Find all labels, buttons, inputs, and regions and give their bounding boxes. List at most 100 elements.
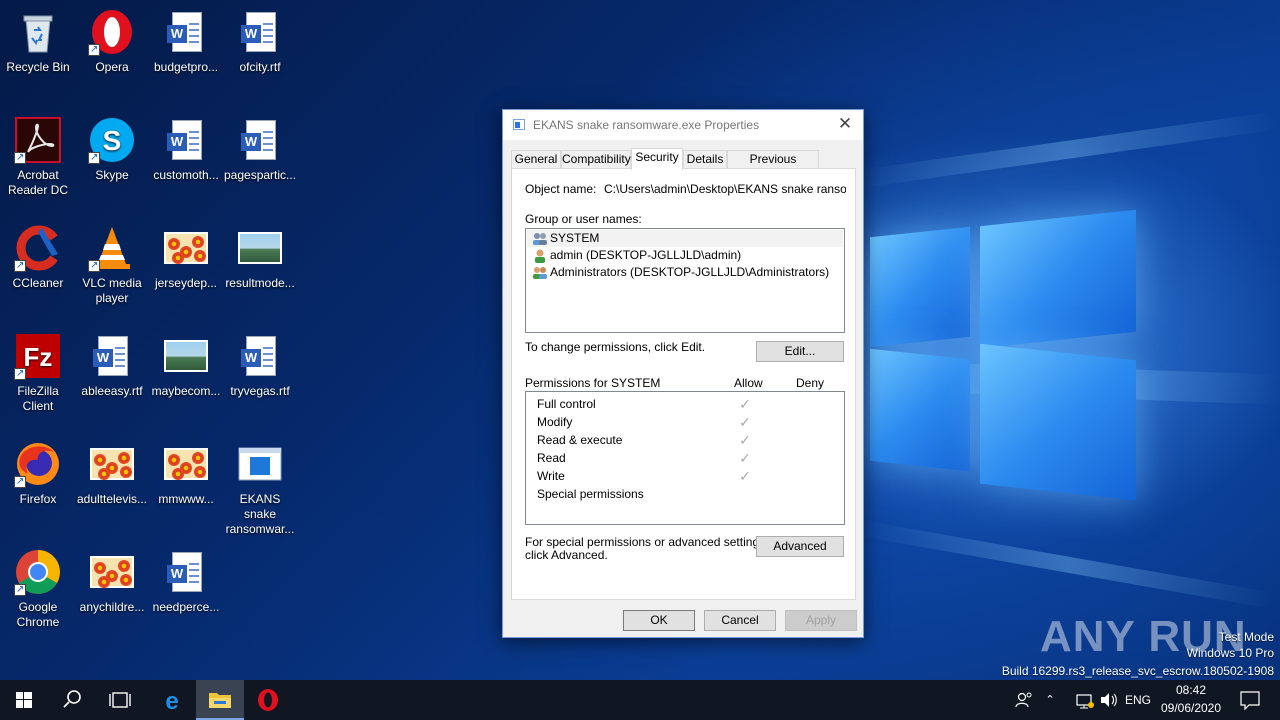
desktop-icon-adulttelevis[interactable]: adulttelevis...	[74, 434, 150, 507]
vlc-icon	[88, 224, 136, 273]
ok-button[interactable]: OK	[623, 610, 695, 631]
desktop-icon-acrobat[interactable]: Acrobat Reader DC	[0, 110, 76, 198]
permission-name: Write	[537, 469, 565, 483]
cancel-button[interactable]: Cancel	[704, 610, 776, 631]
folder-icon	[209, 693, 231, 708]
desktop-icon-anychildre[interactable]: anychildre...	[74, 542, 150, 615]
desktop-icon-ableeasy[interactable]: W ableeasy.rtf	[74, 326, 150, 399]
chrome-icon	[14, 548, 62, 597]
users-group-icon	[533, 267, 547, 279]
desktop-icon-mmwww[interactable]: mmwww...	[148, 434, 224, 507]
desktop-icon-label: Google Chrome	[16, 600, 60, 629]
dialog-titlebar[interactable]: EKANS snake ransomware.exe Properties ✕	[503, 110, 863, 140]
search-button[interactable]	[48, 680, 96, 720]
tab-compatibility[interactable]: Compatibility	[561, 150, 631, 169]
image-icon	[88, 440, 136, 488]
permission-row: Modify ✓	[537, 413, 837, 431]
opera-icon	[258, 689, 278, 711]
desktop-icon-maybecom[interactable]: maybecom...	[148, 326, 224, 399]
desktop-icon-budgetpro[interactable]: W budgetpro...	[148, 2, 224, 75]
desktop-icon-label: budgetpro...	[153, 60, 219, 74]
word-document-icon: W	[88, 332, 136, 380]
skype-icon: S	[88, 116, 136, 165]
svg-text:e: e	[165, 688, 178, 715]
desktop-icon-vlc[interactable]: VLC media player	[74, 218, 150, 306]
start-button[interactable]	[0, 680, 48, 720]
clock-date: 09/06/2020	[1160, 701, 1222, 715]
desktop-icon-recycle-bin[interactable]: Recycle Bin	[0, 2, 76, 75]
advanced-button[interactable]: Advanced	[756, 536, 844, 557]
edit-button[interactable]: Edit...	[756, 341, 844, 362]
word-document-icon: W	[162, 8, 210, 56]
desktop-icon-jerseydep[interactable]: jerseydep...	[148, 218, 224, 291]
volume-icon[interactable]	[1098, 680, 1120, 720]
desktop-icon-ccleaner[interactable]: CCleaner	[0, 218, 76, 291]
desktop-icon-label: jerseydep...	[154, 276, 218, 290]
network-icon[interactable]	[1074, 680, 1096, 720]
desktop-icon-filezilla[interactable]: Fz FileZilla Client	[0, 326, 76, 414]
permission-name: Full control	[537, 397, 596, 411]
firefox-icon	[14, 440, 62, 489]
image-icon	[162, 224, 210, 272]
desktop-icon-label: customoth...	[153, 168, 219, 182]
permission-row: Full control ✓	[537, 395, 837, 413]
advanced-hint-line2: click Advanced.	[525, 548, 608, 562]
desktop-icon-chrome[interactable]: Google Chrome	[0, 542, 76, 630]
task-view-button[interactable]	[96, 680, 144, 720]
desktop-icon-label: Opera	[95, 60, 129, 74]
permission-name: Read & execute	[537, 433, 623, 447]
desktop-icon-label: Firefox	[19, 492, 57, 506]
taskbar-edge[interactable]: e	[148, 680, 196, 720]
word-document-icon: W	[162, 548, 210, 596]
word-document-icon: W	[162, 116, 210, 164]
allow-check-icon: ✓	[739, 414, 751, 430]
list-item-label: SYSTEM	[550, 231, 600, 245]
desktop-icon-label: Acrobat Reader DC	[7, 168, 69, 197]
desktop-icon-opera[interactable]: Opera	[74, 2, 150, 75]
security-tab-panel: Object name: C:\Users\admin\Desktop\EKAN…	[511, 168, 856, 600]
close-icon[interactable]: ✕	[833, 113, 857, 135]
group-user-listbox[interactable]: SYSTEM admin (DESKTOP-JGLLJLD\admin) Adm…	[525, 228, 845, 333]
desktop-icon-label: Recycle Bin	[6, 60, 70, 74]
list-item[interactable]: SYSTEM	[527, 230, 843, 247]
clock[interactable]: 08:42 09/06/2020	[1156, 680, 1226, 720]
ccleaner-icon	[14, 224, 62, 273]
dialog-title: EKANS snake ransomware.exe Properties	[533, 118, 760, 132]
desktop-icon-firefox[interactable]: Firefox	[0, 434, 76, 507]
allow-check-icon: ✓	[739, 396, 751, 412]
permissions-list[interactable]: Full control ✓ Modify ✓ Read & execute ✓…	[525, 391, 845, 525]
clock-time: 08:42	[1175, 683, 1207, 697]
svg-text:Fz: Fz	[24, 342, 53, 372]
tab-security[interactable]: Security	[631, 148, 683, 170]
list-item[interactable]: Administrators (DESKTOP-JGLLJLD\Administ…	[527, 264, 843, 281]
desktop-icon-pagespartic[interactable]: W pagespartic...	[222, 110, 298, 183]
desktop-icon-label: resultmode...	[225, 276, 295, 290]
chevron-up-icon[interactable]: ⌃	[1040, 680, 1060, 720]
desktop-icon-customoth[interactable]: W customoth...	[148, 110, 224, 183]
list-item-label: Administrators (DESKTOP-JGLLJLD\Administ…	[550, 265, 830, 279]
people-icon[interactable]	[1010, 680, 1038, 720]
desktop-icon-tryvegas[interactable]: W tryvegas.rtf	[222, 326, 298, 399]
advanced-hint-line1: For special permissions or advanced sett…	[525, 535, 769, 549]
windows-edition-text: Windows 10 Pro	[1186, 646, 1274, 660]
desktop-icon-resultmode[interactable]: resultmode...	[222, 218, 298, 291]
wallpaper-beam	[858, 111, 1278, 188]
tab-previous-versions[interactable]: Previous Versions	[727, 150, 819, 183]
object-name-value: C:\Users\admin\Desktop\EKANS snake ranso…	[604, 182, 846, 196]
list-item[interactable]: admin (DESKTOP-JGLLJLD\admin)	[527, 247, 843, 264]
deny-column-header: Deny	[796, 376, 825, 390]
group-or-user-names-label: Group or user names:	[525, 212, 642, 226]
desktop-icon-label: EKANS snake ransomwar...	[225, 492, 295, 536]
taskbar-opera[interactable]	[244, 680, 292, 720]
desktop-icon-ekans[interactable]: EKANS snake ransomwar...	[222, 434, 298, 537]
action-center-icon[interactable]	[1232, 680, 1268, 720]
apply-button[interactable]: Apply	[785, 610, 857, 631]
language-indicator[interactable]: ENG	[1122, 680, 1154, 720]
taskbar-file-explorer[interactable]	[196, 680, 244, 720]
desktop-icon-skype[interactable]: S Skype	[74, 110, 150, 183]
tab-details[interactable]: Details	[683, 150, 727, 169]
desktop-icon-needperce[interactable]: W needperce...	[148, 542, 224, 615]
opera-icon	[88, 8, 136, 57]
desktop-icon-ofcity[interactable]: W ofcity.rtf	[222, 2, 298, 75]
tab-general[interactable]: General	[511, 150, 561, 169]
